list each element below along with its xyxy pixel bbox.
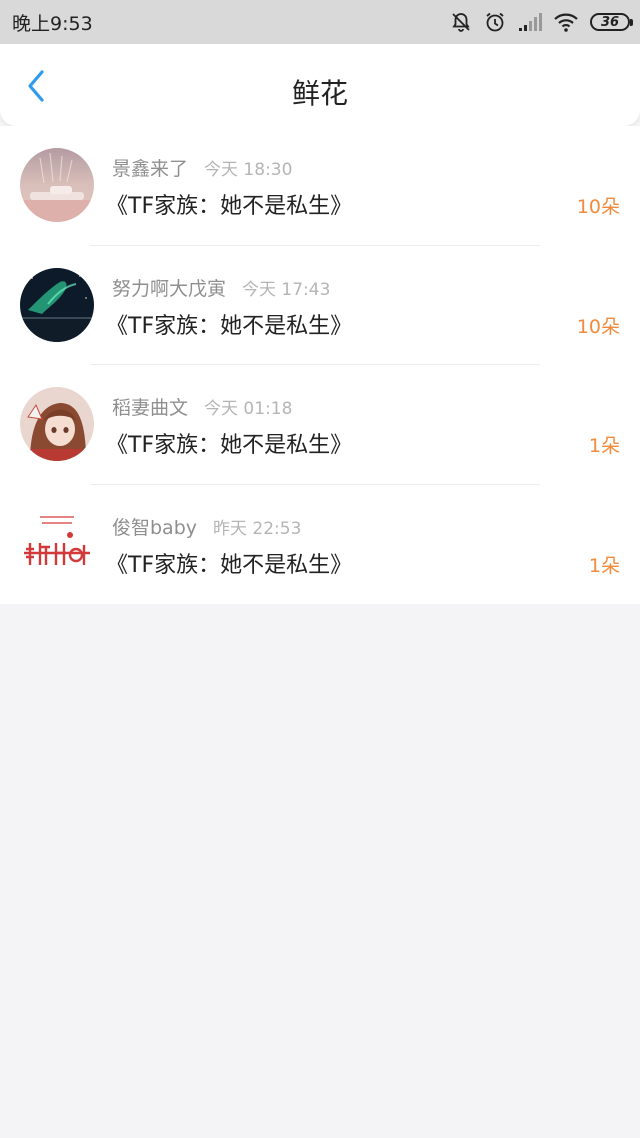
flower-record-list: 景鑫来了 今天 18:30 《TF家族：她不是私生》 10朵 努力啊大戊寅 今天 1… <box>0 126 640 604</box>
sender-username: 俊智baby <box>112 516 198 539</box>
avatar-sunset-photo[interactable] <box>20 148 94 222</box>
sender-name: 俊智baby 昨天 22:53 <box>112 513 301 540</box>
book-title: 《TF家族：她不是私生》 <box>106 433 353 458</box>
wifi-icon <box>554 12 578 32</box>
flower-count: 10朵 <box>576 196 620 218</box>
sender-name: 努力啊大戊寅 今天 17:43 <box>112 274 330 301</box>
status-icons: 36 <box>450 11 633 33</box>
flower-count: 1朵 <box>588 554 620 577</box>
list-item[interactable]: 俊智baby 昨天 22:53 《TF家族：她不是私生》 1朵 <box>0 485 640 605</box>
signal-icon <box>518 12 542 32</box>
alarm-icon <box>484 11 506 33</box>
sender-username: 稻妻曲文 <box>112 397 189 419</box>
flower-count: 1朵 <box>588 435 620 457</box>
sender-username: 景鑫来了 <box>112 158 189 180</box>
book-title: 《TF家族：她不是私生》 <box>106 194 353 219</box>
page-title: 鲜花 <box>291 77 348 110</box>
navbar: 鲜花 <box>0 44 640 126</box>
sender-name: 稻妻曲文 今天 01:18 <box>112 393 292 420</box>
list-item[interactable]: 景鑫来了 今天 18:30 《TF家族：她不是私生》 10朵 <box>0 126 640 246</box>
flower-count: 10朵 <box>576 315 620 338</box>
send-time: 今天 18:30 <box>204 160 293 180</box>
battery-icon: 36 <box>590 13 633 31</box>
bell-muted-icon <box>450 11 472 33</box>
sender-name: 景鑫来了 今天 18:30 <box>112 154 292 181</box>
avatar-anime-girl[interactable] <box>20 387 94 461</box>
book-title: 《TF家族：她不是私生》 <box>106 552 353 578</box>
list-item[interactable]: 努力啊大戊寅 今天 17:43 《TF家族：她不是私生》 10朵 <box>0 246 640 365</box>
book-title: 《TF家族：她不是私生》 <box>106 313 353 339</box>
status-time: 晚上9:53 <box>12 12 93 35</box>
send-time: 今天 17:43 <box>242 279 331 300</box>
send-time: 今天 01:18 <box>204 399 293 419</box>
list-item[interactable]: 稻妻曲文 今天 01:18 《TF家族：她不是私生》 1朵 <box>0 365 640 485</box>
send-time: 昨天 22:53 <box>213 518 302 539</box>
sender-username: 努力啊大戊寅 <box>112 277 227 300</box>
status-bar: 晚上9:53 36 <box>0 0 640 44</box>
avatar-aurora-photo[interactable] <box>20 267 94 342</box>
avatar-red-logo[interactable] <box>20 506 94 581</box>
